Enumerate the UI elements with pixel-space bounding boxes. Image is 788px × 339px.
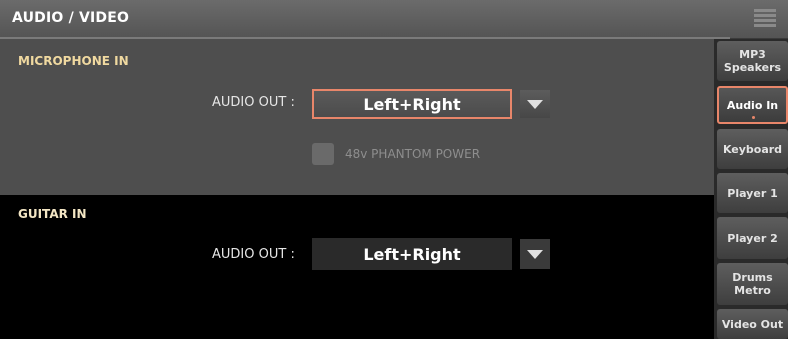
phantom-power-checkbox[interactable] <box>312 143 334 165</box>
side-tab-bar: MP3 Speakers Audio In Keyboard Player 1 … <box>714 39 788 339</box>
page-title: AUDIO / VIDEO <box>12 10 130 26</box>
microphone-section-title: MICROPHONE IN <box>18 54 129 68</box>
tab-player-2[interactable]: Player 2 <box>717 217 788 259</box>
tab-player-1[interactable]: Player 1 <box>717 173 788 213</box>
chevron-down-icon <box>527 249 543 259</box>
mic-audio-out-label: AUDIO OUT : <box>212 95 295 110</box>
chevron-down-icon <box>527 99 543 109</box>
mic-audio-out-dropdown-button[interactable] <box>520 90 550 118</box>
tab-audio-in[interactable]: Audio In <box>717 86 788 124</box>
tab-keyboard[interactable]: Keyboard <box>717 129 788 169</box>
tab-mp3-speakers[interactable]: MP3 Speakers <box>717 41 788 81</box>
guitar-audio-out-select[interactable]: Left+Right <box>312 238 512 270</box>
guitar-section-title: GUITAR IN <box>18 207 87 221</box>
tab-drums-metro[interactable]: Drums Metro <box>717 263 788 305</box>
guitar-audio-out-label: AUDIO OUT : <box>212 247 295 262</box>
microphone-in-panel: MICROPHONE IN AUDIO OUT : Left+Right 48v… <box>0 39 714 195</box>
tab-video-out[interactable]: Video Out <box>717 309 788 339</box>
phantom-power-label: 48v PHANTOM POWER <box>345 147 481 161</box>
page-header: AUDIO / VIDEO <box>0 0 788 39</box>
mic-audio-out-select[interactable]: Left+Right <box>312 89 512 119</box>
guitar-audio-out-dropdown-button[interactable] <box>520 239 550 269</box>
guitar-in-panel: GUITAR IN AUDIO OUT : Left+Right <box>0 195 714 339</box>
hamburger-menu-icon[interactable] <box>754 9 776 27</box>
